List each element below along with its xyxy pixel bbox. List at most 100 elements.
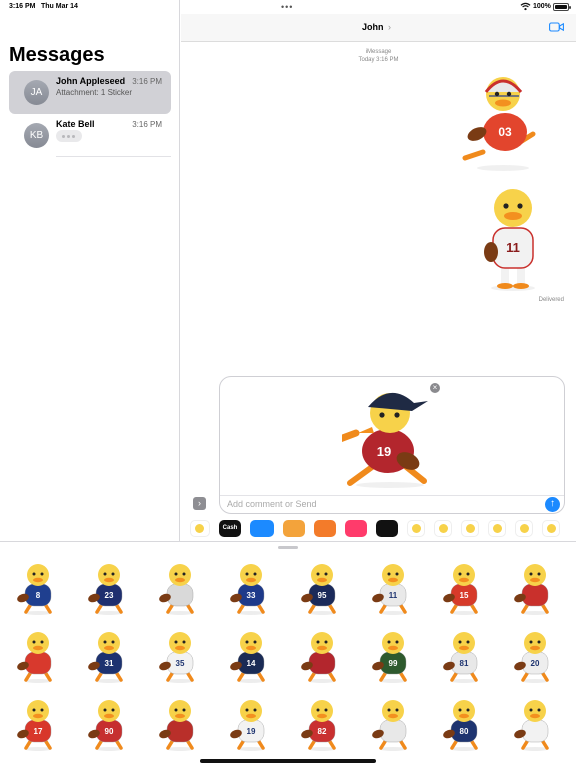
sticker-cell[interactable]: 31 xyxy=(85,628,133,684)
photos-app[interactable] xyxy=(190,520,210,537)
sticker-jersey-number: 90 xyxy=(105,727,114,736)
sticker-cell[interactable]: 17 xyxy=(14,696,62,752)
battery-percent: 100% xyxy=(533,3,551,10)
search-app[interactable] xyxy=(345,520,367,537)
duck-sticker-icon: 95 xyxy=(301,564,336,615)
sticker-jersey-number: 35 xyxy=(176,659,185,668)
conversation-time: 3:16 PM xyxy=(132,77,162,86)
message-timestamp: Today 3:16 PM xyxy=(358,57,399,63)
duck-face-icon xyxy=(520,524,529,533)
sticker-jersey-number: 14 xyxy=(247,659,256,668)
sticker-cell[interactable]: 8 xyxy=(14,560,62,616)
drawer-grabber[interactable] xyxy=(278,546,298,549)
home-indicator xyxy=(200,759,376,763)
stickers-app[interactable] xyxy=(314,520,336,537)
divider xyxy=(56,156,171,157)
video-call-icon[interactable] xyxy=(549,22,564,32)
sticker-jersey-number: 19 xyxy=(377,444,391,459)
sticker-cell[interactable]: 15 xyxy=(440,560,488,616)
duck-sticker-icon: 15 xyxy=(443,564,478,615)
chat-pane: John › iMessage Today 3:16 PM 03 11 Deli… xyxy=(181,0,576,541)
sticker-cell[interactable]: 20 xyxy=(511,628,559,684)
messages-app: 3:16 PM Thu Mar 14 ••• 100% Messages JA … xyxy=(0,0,576,768)
sticker-cell[interactable]: 90 xyxy=(85,696,133,752)
duck-face-icon xyxy=(466,524,475,533)
conversation-kate-bell[interactable]: KB Kate Bell 3:16 PM xyxy=(9,114,171,157)
sticker-jersey-number: 19 xyxy=(247,727,256,736)
sticker-cell[interactable] xyxy=(156,560,204,616)
conversation-name: John Appleseed xyxy=(56,76,126,86)
sticker-cell[interactable]: 11 xyxy=(369,560,417,616)
duck-face-icon xyxy=(439,524,448,533)
duck-sticker-icon: 11 xyxy=(372,564,407,615)
sticker-jersey-number: 03 xyxy=(498,125,512,139)
sticker-cell[interactable] xyxy=(298,628,346,684)
duck-sticker-icon: 31 xyxy=(88,632,123,683)
sticker-jersey-number: 99 xyxy=(389,659,398,668)
duck-sticker-icon: 90 xyxy=(88,700,123,751)
message-input[interactable]: Add comment or Send xyxy=(227,499,317,509)
sticker-cell[interactable] xyxy=(511,560,559,616)
conversation-name: Kate Bell xyxy=(56,119,95,129)
status-time: 3:16 PM xyxy=(9,3,36,10)
duck-sticker-icon xyxy=(372,700,407,751)
sticker-jersey-number: 82 xyxy=(318,727,327,736)
duck-sticker-standing[interactable]: 11 xyxy=(481,186,545,292)
compose-box[interactable]: 19 × Add comment or Send ↑ xyxy=(219,376,565,514)
duck-pack-3[interactable] xyxy=(461,520,479,537)
duck-sticker-icon: 23 xyxy=(88,564,123,615)
sticker-cell[interactable] xyxy=(14,628,62,684)
conversation-time: 3:16 PM xyxy=(132,120,162,129)
send-button[interactable]: ↑ xyxy=(545,497,560,512)
chevron-right-icon[interactable]: › xyxy=(388,22,391,32)
duck-sticker-running[interactable]: 03 xyxy=(461,72,545,172)
status-date: Thu Mar 14 xyxy=(41,3,78,10)
multitasking-dots-icon[interactable]: ••• xyxy=(281,2,293,12)
duck-sticker-icon xyxy=(159,564,194,615)
sticker-cell[interactable]: 19 xyxy=(227,696,275,752)
sticker-jersey-number: 23 xyxy=(105,591,114,600)
duck-sticker-icon: 17 xyxy=(17,700,52,751)
conversation-john-appleseed[interactable]: JA John Appleseed 3:16 PM Attachment: 1 … xyxy=(9,71,171,114)
duck-pack-1[interactable] xyxy=(407,520,425,537)
status-bar: 3:16 PM Thu Mar 14 ••• 100% xyxy=(0,0,576,14)
sticker-jersey-number: 80 xyxy=(460,727,469,736)
sticker-cell[interactable] xyxy=(511,696,559,752)
sticker-cell[interactable]: 82 xyxy=(298,696,346,752)
cash-app[interactable]: Cash xyxy=(219,520,241,537)
app-drawer-toggle-icon[interactable]: › xyxy=(193,497,206,510)
duck-sticker-icon xyxy=(301,632,336,683)
sticker-cell[interactable]: 33 xyxy=(227,560,275,616)
remove-attachment-button[interactable]: × xyxy=(430,383,440,393)
audio-app[interactable] xyxy=(250,520,274,537)
duck-pack-6[interactable] xyxy=(542,520,560,537)
sticker-cell[interactable]: 23 xyxy=(85,560,133,616)
memoji-app[interactable] xyxy=(283,520,305,537)
divider xyxy=(220,495,564,496)
duck-sticker-icon xyxy=(514,700,549,751)
duck-face-icon xyxy=(547,524,556,533)
duck-pack-4[interactable] xyxy=(488,520,506,537)
duck-pack-2[interactable] xyxy=(434,520,452,537)
service-label: iMessage xyxy=(365,49,392,55)
sticker-jersey-number: 33 xyxy=(247,591,256,600)
contact-name[interactable]: John xyxy=(362,22,384,32)
sticker-jersey-number: 15 xyxy=(460,591,469,600)
sticker-cell[interactable] xyxy=(369,696,417,752)
sticker-cell[interactable]: 99 xyxy=(369,628,417,684)
sticker-cell[interactable] xyxy=(156,696,204,752)
app-strip: Cash xyxy=(181,517,576,541)
chat-header: John › xyxy=(181,14,576,42)
duck-pack-5[interactable] xyxy=(515,520,533,537)
sticker-cell[interactable]: 80 xyxy=(440,696,488,752)
conversation-preview: Attachment: 1 Sticker xyxy=(56,88,133,97)
sticker-cell[interactable]: 95 xyxy=(298,560,346,616)
sticker-jersey-number: 20 xyxy=(531,659,540,668)
sticker-cell[interactable]: 35 xyxy=(156,628,204,684)
wifi-icon xyxy=(520,2,531,11)
typing-indicator xyxy=(56,130,82,142)
sticker-cell[interactable]: 14 xyxy=(227,628,275,684)
duck-sticker-icon: 82 xyxy=(301,700,336,751)
digital-touch-app[interactable] xyxy=(376,520,398,537)
sticker-cell[interactable]: 81 xyxy=(440,628,488,684)
